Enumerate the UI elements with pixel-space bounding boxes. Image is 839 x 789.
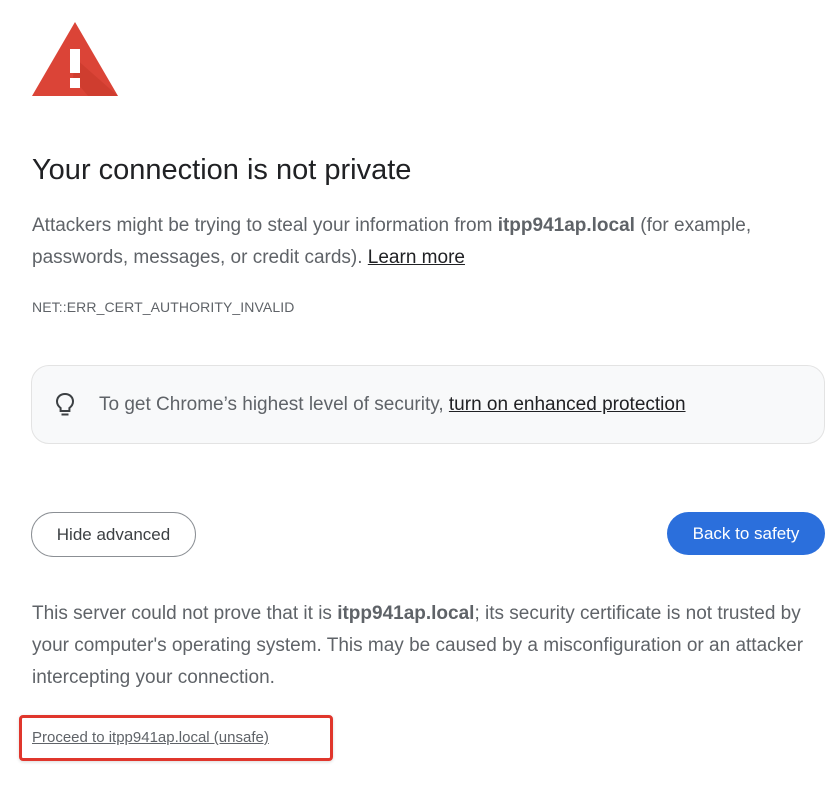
warning-triangle-icon (32, 22, 118, 96)
proceed-unsafe-link[interactable]: Proceed to itpp941ap.local (unsafe) (32, 727, 269, 749)
enhanced-protection-link[interactable]: turn on enhanced protection (449, 394, 686, 415)
enhanced-protection-text: To get Chrome’s highest level of securit… (99, 392, 686, 418)
hide-advanced-button[interactable]: Hide advanced (31, 512, 196, 557)
interstitial-page: Your connection is not private Attackers… (0, 0, 839, 789)
advanced-details: This server could not prove that it is i… (32, 598, 822, 694)
main-message-prefix: Attackers might be trying to steal your … (32, 215, 498, 236)
back-to-safety-button[interactable]: Back to safety (667, 512, 825, 555)
page-title: Your connection is not private (32, 154, 412, 186)
host-name: itpp941ap.local (497, 215, 635, 236)
enhanced-protection-promo: To get Chrome’s highest level of securit… (31, 365, 825, 444)
main-message: Attackers might be trying to steal your … (32, 210, 832, 274)
details-prefix: This server could not prove that it is (32, 603, 338, 624)
error-code: NET::ERR_CERT_AUTHORITY_INVALID (32, 299, 295, 315)
lightbulb-icon (55, 392, 75, 416)
learn-more-link[interactable]: Learn more (368, 247, 465, 268)
enhanced-protection-prefix: To get Chrome’s highest level of securit… (99, 394, 449, 415)
details-host-name: itpp941ap.local (337, 603, 475, 624)
